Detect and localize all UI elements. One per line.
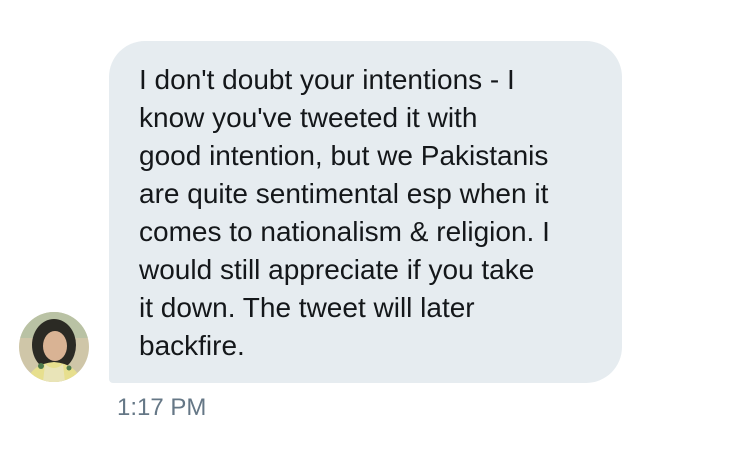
message-timestamp: 1:17 PM [117, 394, 207, 421]
message-text: I don't doubt your intentions - I know y… [139, 64, 550, 361]
avatar-photo [19, 312, 89, 382]
sender-avatar[interactable] [19, 312, 89, 382]
message-bubble[interactable]: I don't doubt your intentions - I know y… [109, 41, 622, 383]
message-thread: I don't doubt your intentions - I know y… [0, 0, 750, 461]
